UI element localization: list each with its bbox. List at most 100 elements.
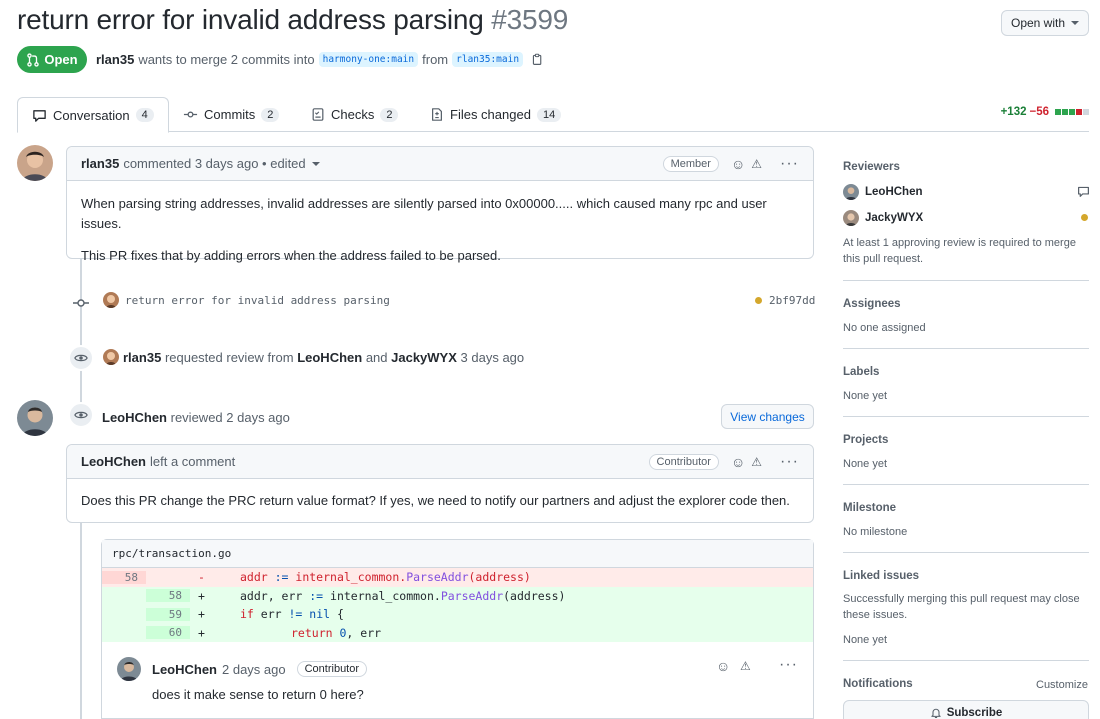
notifications-title: Notifications: [843, 678, 913, 690]
contributor-badge: Contributor: [648, 453, 719, 470]
diff-sign: +: [198, 625, 205, 640]
sidebar-divider: [843, 348, 1089, 349]
code-text: if err != nil {: [240, 607, 344, 622]
emoji-icon[interactable]: ☺: [731, 156, 745, 172]
eye-icon: [68, 345, 94, 371]
avatar-small: [103, 349, 119, 365]
reviewer-item[interactable]: LeoHChen: [843, 184, 923, 200]
author-link[interactable]: rlan35: [96, 52, 134, 67]
more-options-icon[interactable]: ···: [780, 155, 799, 173]
event-reviewer[interactable]: JackyWYX: [391, 350, 457, 365]
diff-line: 58 + addr, err := internal_common.ParseA…: [102, 586, 813, 605]
code-text: return 0, err: [291, 625, 382, 640]
pr-title-text: return error for invalid address parsing: [17, 4, 484, 35]
comment-author[interactable]: LeoHChen: [81, 454, 146, 469]
assignees-title[interactable]: Assignees: [843, 298, 901, 310]
sidebar-divider: [843, 552, 1089, 553]
pr-meta: rlan35 wants to merge 2 commits into har…: [96, 52, 544, 67]
review-event: LeoHChen reviewed 2 days ago: [102, 410, 290, 425]
head-branch[interactable]: rlan35:main: [452, 52, 524, 67]
bell-icon: [931, 708, 941, 719]
merge-text: wants to merge 2 commits into: [138, 52, 315, 67]
review-request-event: rlan35 requested review from LeoHChen an…: [123, 350, 524, 365]
subscribe-button[interactable]: Subscribe: [843, 700, 1089, 719]
checklist-icon: [312, 108, 324, 121]
comment-header: rlan35 commented 3 days ago • edited Mem…: [67, 147, 813, 181]
diffstat: +132 −56: [1001, 106, 1089, 118]
comment-icon: [33, 109, 46, 122]
commit-sha[interactable]: 2bf97dd: [769, 294, 815, 307]
new-line-number[interactable]: 59: [146, 607, 190, 621]
base-branch[interactable]: harmony-one:main: [318, 52, 419, 67]
customize-link[interactable]: Customize: [1036, 678, 1088, 694]
eye-icon: [68, 402, 94, 428]
sidebar-divider: [843, 484, 1089, 485]
labels-value: None yet: [843, 390, 888, 402]
reply-time[interactable]: 2 days ago: [222, 662, 286, 677]
labels-title[interactable]: Labels: [843, 366, 879, 378]
view-changes-button[interactable]: View changes: [721, 404, 814, 429]
review-required-note: At least 1 approving review is required …: [843, 237, 1076, 265]
new-line-number[interactable]: 58: [146, 589, 190, 603]
avatar-leohchen-small[interactable]: [117, 657, 141, 681]
avatar-reviewer: [843, 210, 859, 226]
tab-commits[interactable]: Commits 2: [169, 97, 293, 132]
diffstat-bar: [1054, 106, 1089, 118]
commit-message[interactable]: return error for invalid address parsing: [125, 294, 390, 307]
report-icon[interactable]: ⚠: [751, 157, 762, 171]
comment-body: Does this PR change the PRC return value…: [81, 493, 790, 508]
event-reviewer[interactable]: LeoHChen: [297, 350, 362, 365]
projects-title[interactable]: Projects: [843, 434, 888, 446]
code-text: addr := internal_common.ParseAddr(addres…: [240, 570, 531, 585]
milestone-title[interactable]: Milestone: [843, 502, 896, 514]
old-line-number[interactable]: 58: [102, 570, 146, 584]
edit-caret-icon[interactable]: [311, 161, 320, 166]
comment-meta: left a comment: [150, 454, 236, 469]
diff-line: 60 + return 0, err: [102, 623, 813, 642]
diff-line: 58 - addr := internal_common.ParseAddr(a…: [102, 568, 813, 587]
code-text: addr, err := internal_common.ParseAddr(a…: [240, 588, 566, 603]
emoji-icon[interactable]: ☺: [731, 454, 745, 470]
sidebar-divider: [843, 660, 1089, 661]
tab-counter: 4: [135, 108, 154, 122]
deletions-count: −56: [1029, 106, 1049, 118]
review-author[interactable]: LeoHChen: [102, 410, 167, 425]
sidebar-divider: [843, 280, 1089, 281]
open-with-button[interactable]: Open with: [1001, 10, 1089, 36]
member-badge: Member: [662, 155, 719, 172]
reply-header: LeoHChen 2 days ago Contributor: [152, 661, 368, 677]
diff-sign: +: [198, 588, 205, 603]
reviewer-item[interactable]: JackyWYX: [843, 210, 923, 226]
state-label: Open: [44, 52, 78, 67]
new-line-number[interactable]: 60: [146, 626, 190, 640]
emoji-icon[interactable]: ☺: [716, 658, 730, 674]
status-pending-icon[interactable]: [755, 297, 762, 304]
linked-issues-title[interactable]: Linked issues: [843, 570, 919, 582]
timeline-line: [80, 258, 82, 418]
sidebar-divider: [843, 416, 1089, 417]
event-text: requested review from: [164, 350, 294, 365]
report-icon[interactable]: ⚠: [751, 455, 762, 469]
tab-counter: 2: [261, 107, 280, 122]
event-author[interactable]: rlan35: [123, 350, 161, 365]
tab-conversation[interactable]: Conversation 4: [17, 97, 169, 133]
more-options-icon[interactable]: ···: [779, 656, 798, 674]
file-diff-icon: [432, 108, 442, 121]
more-options-icon[interactable]: ···: [780, 453, 799, 471]
copy-icon[interactable]: [531, 53, 544, 66]
linked-issues-note: Successfully merging this pull request m…: [843, 593, 1080, 621]
tab-label: Checks: [331, 107, 375, 122]
avatar-leohchen[interactable]: [17, 400, 53, 436]
comment-leohchen: LeoHChen left a comment Contributor ☺ ⚠ …: [66, 444, 814, 523]
comment-paragraph: When parsing string addresses, invalid a…: [81, 196, 767, 231]
reviewers-title[interactable]: Reviewers: [843, 161, 900, 173]
tab-files-changed[interactable]: Files changed 14: [416, 97, 575, 132]
avatar-rlan35[interactable]: [17, 145, 53, 181]
contributor-badge: Contributor: [296, 661, 368, 677]
diff-file-path[interactable]: rpc/transaction.go: [102, 540, 813, 568]
reviewer-name: LeoHChen: [865, 186, 923, 198]
tab-checks[interactable]: Checks 2: [297, 97, 412, 132]
report-icon[interactable]: ⚠: [740, 659, 751, 673]
comment-author[interactable]: rlan35: [81, 156, 119, 171]
reply-author[interactable]: LeoHChen: [152, 662, 217, 677]
